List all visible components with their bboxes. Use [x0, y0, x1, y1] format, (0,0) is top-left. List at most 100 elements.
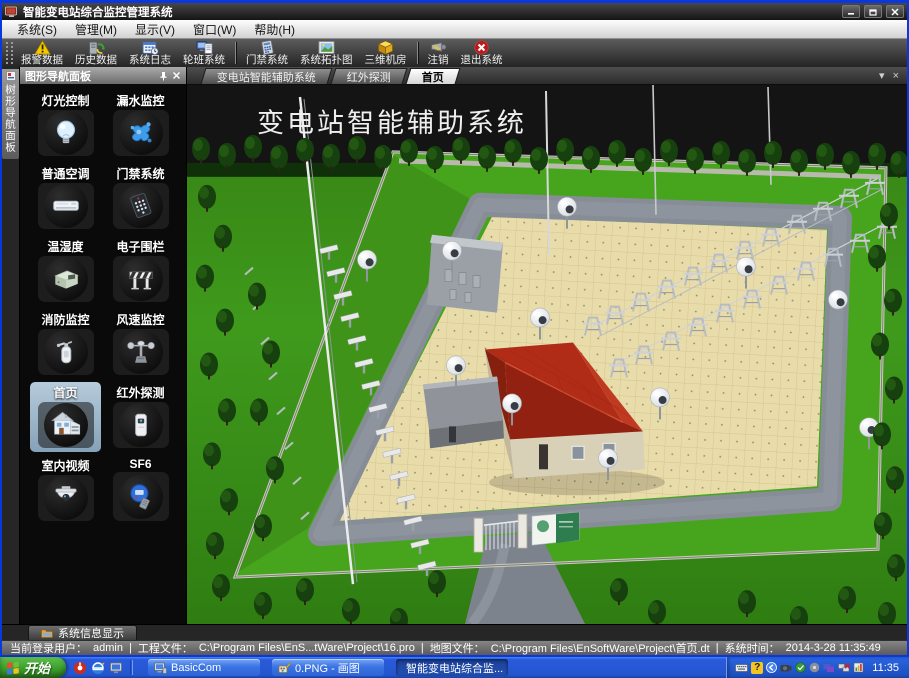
water-leak-icon	[126, 118, 156, 148]
nav-item-indoor-video[interactable]: 室内视频	[30, 455, 101, 525]
toolbar-separator	[417, 42, 418, 64]
exit-red-x-icon	[473, 40, 490, 55]
pin-icon[interactable]	[159, 71, 168, 81]
door-keypad-icon	[126, 191, 156, 221]
scene-title: 变电站智能辅助系统	[257, 108, 527, 138]
nav-item-air-conditioner[interactable]: 普通空调	[30, 163, 101, 233]
graphic-nav-panel: 图形导航面板 灯光控制 漏水监控 普通空调 门禁系统	[20, 67, 187, 624]
status-project-value: C:\Program Files\EnS...tWare\Project\16.…	[199, 642, 415, 654]
folder-icon	[41, 628, 53, 638]
home-icon	[50, 409, 82, 441]
tab-home[interactable]: 首页	[406, 68, 461, 84]
minimize-button[interactable]	[842, 5, 860, 18]
disc-tray-icon[interactable]	[809, 662, 820, 673]
tab-list-dropdown-icon[interactable]: ▾	[879, 69, 885, 82]
air-conditioner-icon	[50, 191, 82, 221]
keyboard-tray-icon[interactable]	[735, 663, 748, 673]
green-status-tray-icon[interactable]	[795, 662, 806, 673]
app-pair-tray-icon[interactable]	[823, 663, 835, 673]
nav-item-electric-fence[interactable]: 电子围栏	[105, 236, 176, 306]
nav-item-access-control[interactable]: 门禁系统	[105, 163, 176, 233]
camera-tray-icon[interactable]	[780, 663, 792, 673]
status-user-value: admin	[93, 642, 123, 654]
toolbar-system-log[interactable]: 系统日志	[123, 40, 177, 67]
main-area: 变电站智能辅助系统 红外探测 首页 ▾ ×	[187, 67, 907, 624]
toolbar-history-data[interactable]: 历史数据	[69, 40, 123, 67]
toolbar-3d-room[interactable]: 三维机房	[359, 40, 413, 67]
nav-item-water-leak[interactable]: 漏水监控	[105, 90, 176, 160]
content-area: 树形导航面板 图形导航面板 灯光控制 漏水监控 普通空调	[2, 67, 907, 624]
close-button[interactable]	[886, 5, 904, 18]
left-dock-strip: 树形导航面板	[2, 67, 20, 624]
app-icon	[5, 6, 19, 18]
menu-window[interactable]: 窗口(W)	[184, 20, 245, 39]
task-button-paint[interactable]: 0.PNG - 画图	[272, 659, 384, 676]
task-button-basiccom[interactable]: BasicCom	[148, 659, 260, 676]
chart-tray-icon[interactable]	[853, 662, 864, 673]
history-database-icon	[88, 40, 105, 55]
tree-nav-panel-tab[interactable]: 树形导航面板	[2, 69, 19, 159]
toolbar-exit[interactable]: 退出系统	[455, 40, 509, 67]
toolbar-topology[interactable]: 系统拓扑图	[294, 40, 359, 67]
menu-help[interactable]: 帮助(H)	[245, 20, 304, 39]
quick-launch-separator	[130, 660, 133, 675]
gas-detector-icon	[126, 482, 156, 512]
menu-system[interactable]: 系统(S)	[8, 20, 66, 39]
light-bulb-icon	[51, 118, 81, 148]
bottom-dock: 系统信息显示	[2, 624, 907, 640]
panel-close-icon[interactable]	[172, 71, 181, 80]
status-user-label: 当前登录用户：	[10, 640, 87, 655]
status-separator: |	[716, 642, 719, 654]
red-app-icon[interactable]	[73, 661, 87, 675]
internet-explorer-icon[interactable]	[91, 661, 105, 675]
toolbar-access-control[interactable]: 门禁系统	[240, 40, 294, 67]
nav-item-wind-speed[interactable]: 风速监控	[105, 309, 176, 379]
substation-3d-scene[interactable]: 变电站智能辅助系统	[187, 85, 907, 624]
fire-extinguisher-icon	[51, 337, 81, 367]
network-error-tray-icon[interactable]	[838, 663, 850, 673]
toolbar-logout[interactable]: 注销	[422, 40, 455, 67]
nav-item-fire-monitoring[interactable]: 消防监控	[30, 309, 101, 379]
menu-manage[interactable]: 管理(M)	[66, 20, 126, 39]
toolbar-shift-system[interactable]: 轮班系统	[177, 40, 231, 67]
app-window: 智能变电站综合监控管理系统 系统(S) 管理(M) 显示(V) 窗口(W) 帮助…	[0, 0, 909, 657]
cube-3d-icon	[377, 40, 394, 55]
help-tray-icon[interactable]: ?	[751, 662, 763, 674]
nav-item-temp-humidity[interactable]: 温湿度	[30, 236, 101, 306]
tab-substation-system[interactable]: 变电站智能辅助系统	[201, 68, 333, 84]
paint-icon	[278, 662, 291, 674]
status-bar: 当前登录用户： admin | 工程文件： C:\Program Files\E…	[2, 640, 907, 655]
task-button-app[interactable]: 智能变电站综合监...	[396, 659, 508, 676]
logout-icon	[430, 40, 447, 55]
status-separator: |	[129, 642, 132, 654]
system-info-tab[interactable]: 系统信息显示	[28, 625, 137, 640]
taskbar: 开始 BasicCom 0.PNG - 画图 智能变电站综合监... ? 11:…	[0, 657, 909, 678]
tab-close-icon[interactable]: ×	[893, 70, 899, 82]
shift-system-icon	[196, 40, 213, 55]
status-map-value: C:\Program Files\EnSoftWare\Project\首页.d…	[491, 640, 710, 655]
dome-camera-icon	[51, 483, 81, 513]
collapse-tray-icon[interactable]	[766, 662, 777, 673]
restore-button[interactable]	[864, 5, 882, 18]
toolbar: 报警数据 历史数据 系统日志 轮班系统 门禁系统 系统拓扑图 三维机房 注销 退…	[2, 39, 907, 67]
title-bar: 智能变电站综合监控管理系统	[2, 3, 907, 20]
media-app-icon[interactable]	[109, 661, 123, 675]
alarm-warning-icon	[34, 40, 51, 55]
nav-item-home[interactable]: 首页	[30, 382, 101, 452]
document-tab-strip: 变电站智能辅助系统 红外探测 首页 ▾ ×	[187, 67, 907, 85]
menu-display[interactable]: 显示(V)	[126, 20, 184, 39]
toolbar-alarm-data[interactable]: 报警数据	[15, 40, 69, 67]
menu-bar: 系统(S) 管理(M) 显示(V) 窗口(W) 帮助(H)	[2, 20, 907, 39]
electric-fence-icon	[126, 264, 156, 294]
tab-infrared[interactable]: 红外探测	[331, 68, 408, 84]
nav-item-infrared[interactable]: 红外探测	[105, 382, 176, 452]
toolbar-grip[interactable]	[6, 42, 13, 64]
nav-item-sf6[interactable]: SF6	[105, 455, 176, 525]
tree-panel-icon	[6, 71, 16, 81]
start-button[interactable]: 开始	[0, 657, 66, 678]
anemometer-icon	[126, 337, 156, 367]
panel-header: 图形导航面板	[20, 67, 186, 84]
nav-item-lighting[interactable]: 灯光控制	[30, 90, 101, 160]
scene-viewport: 变电站智能辅助系统	[187, 85, 907, 624]
toolbar-separator	[235, 42, 236, 64]
